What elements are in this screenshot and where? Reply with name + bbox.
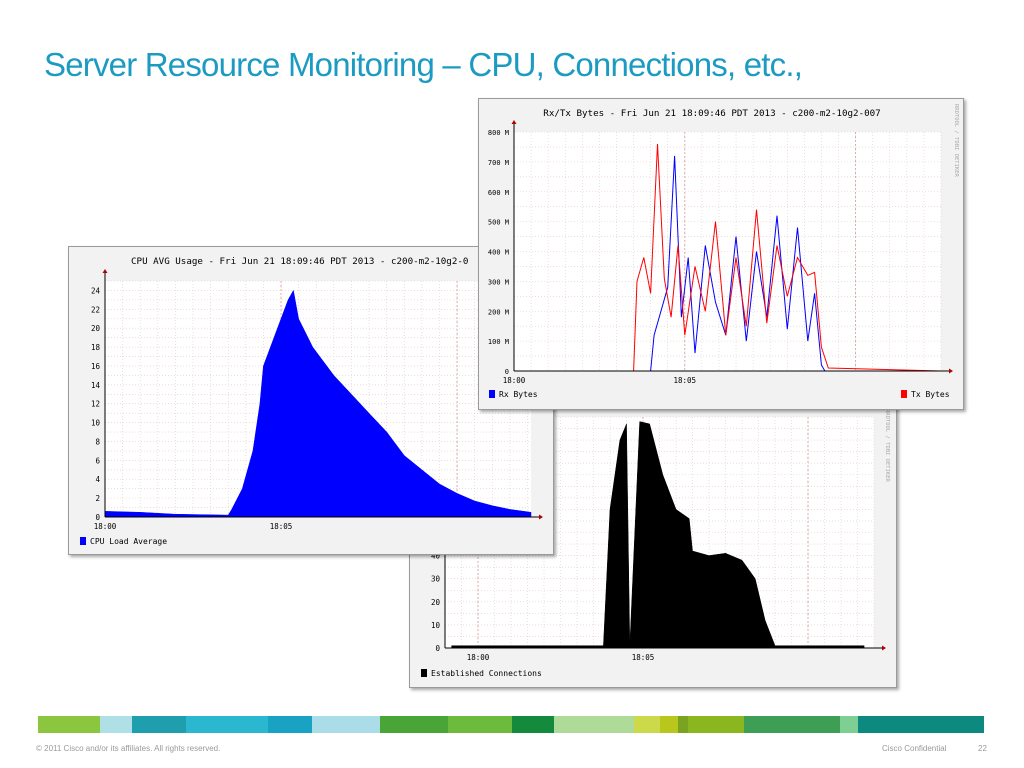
color-bar-segment [744, 716, 840, 733]
page-number: 22 [978, 744, 987, 753]
color-bar-segment [100, 716, 132, 733]
footer-copyright: © 2011 Cisco and/or its affiliates. All … [36, 744, 221, 753]
x-tick-label: 18:00 [503, 376, 526, 385]
chart-title: Rx/Tx Bytes - Fri Jun 21 18:09:46 PDT 20… [543, 108, 880, 119]
y-tick-label: 22 [91, 305, 100, 314]
rxtx-chart-panel: 0 100 M 200 M 300 M 400 M 500 M 600 M 700 M 800 … [478, 98, 964, 410]
y-tick-label: 400 M [488, 249, 509, 257]
y-tick-label: 6 [95, 456, 100, 465]
y-tick-label: 500 M [488, 219, 509, 227]
y-tick-label: 0 [505, 368, 509, 376]
y-tick-label: 0 [95, 513, 100, 522]
y-tick-label: 100 M [488, 338, 509, 346]
chart-watermark: RRDTOOL / TOBI OETIKER [953, 104, 959, 178]
y-tick-label: 800 M [488, 129, 509, 137]
footer-confidential: Cisco Confidential [882, 744, 947, 753]
color-bar-segment [840, 716, 858, 733]
legend-swatch [901, 390, 907, 398]
color-bar-segment [634, 716, 660, 733]
y-tick-label: 24 [91, 286, 101, 295]
legend-swatch [80, 537, 86, 545]
color-bar-segment [132, 716, 186, 733]
y-tick-label: 30 [431, 575, 441, 584]
color-bar-segment [678, 716, 688, 733]
y-tick-label: 700 M [488, 159, 509, 167]
y-tick-label: 8 [95, 437, 100, 446]
legend-label: Rx Bytes [499, 390, 538, 399]
y-tick-label: 20 [91, 324, 101, 333]
y-tick-label: 4 [95, 475, 100, 484]
y-axis-arrow [511, 120, 517, 124]
y-tick-label: 0 [435, 644, 440, 653]
y-tick-label: 14 [91, 381, 101, 390]
color-bar-segment [660, 716, 678, 733]
color-bar-segment [380, 716, 448, 733]
y-tick-label: 16 [91, 362, 101, 371]
legend-label: Established Connections [431, 669, 542, 678]
chart-watermark: RRDTOOL / TOBI OETIKER [884, 409, 890, 483]
y-tick-label: 2 [95, 494, 100, 503]
chart-title: CPU AVG Usage - Fri Jun 21 18:09:46 PDT … [131, 256, 468, 267]
slide-title: Server Resource Monitoring – CPU, Connec… [44, 46, 803, 83]
x-tick-label: 18:05 [632, 653, 655, 662]
x-tick-label: 18:05 [674, 376, 697, 385]
y-tick-label: 18 [91, 343, 101, 352]
color-bar-segment [512, 716, 554, 733]
x-axis-arrow [949, 368, 953, 374]
color-bar-segment [38, 716, 100, 733]
x-tick-label: 18:00 [94, 522, 117, 531]
y-tick-label: 20 [431, 598, 441, 607]
y-tick-label: 10 [431, 621, 441, 630]
x-axis-arrow [539, 514, 543, 520]
y-tick-label: 600 M [488, 189, 509, 197]
legend-swatch [421, 669, 427, 677]
decorative-color-bar [38, 716, 986, 733]
legend-swatch [489, 390, 495, 398]
color-bar-segment [268, 716, 312, 733]
rxtx-chart: 0 100 M 200 M 300 M 400 M 500 M 600 M 700 M 800 … [488, 104, 959, 399]
x-tick-label: 18:05 [270, 522, 293, 531]
color-bar-segment [554, 716, 634, 733]
legend-label: Tx Bytes [911, 390, 950, 399]
x-axis-arrow [882, 645, 886, 651]
y-tick-label: 300 M [488, 278, 509, 286]
color-bar-segment [688, 716, 744, 733]
color-bar-segment [858, 716, 984, 733]
x-tick-label: 18:00 [467, 653, 490, 662]
y-tick-label: 10 [91, 419, 101, 428]
color-bar-segment [312, 716, 380, 733]
y-axis-arrow [102, 269, 108, 273]
y-tick-label: 12 [91, 400, 100, 409]
y-tick-label: 200 M [488, 308, 509, 316]
color-bar-segment [448, 716, 512, 733]
legend-label: CPU Load Average [90, 537, 167, 546]
color-bar-segment [186, 716, 268, 733]
